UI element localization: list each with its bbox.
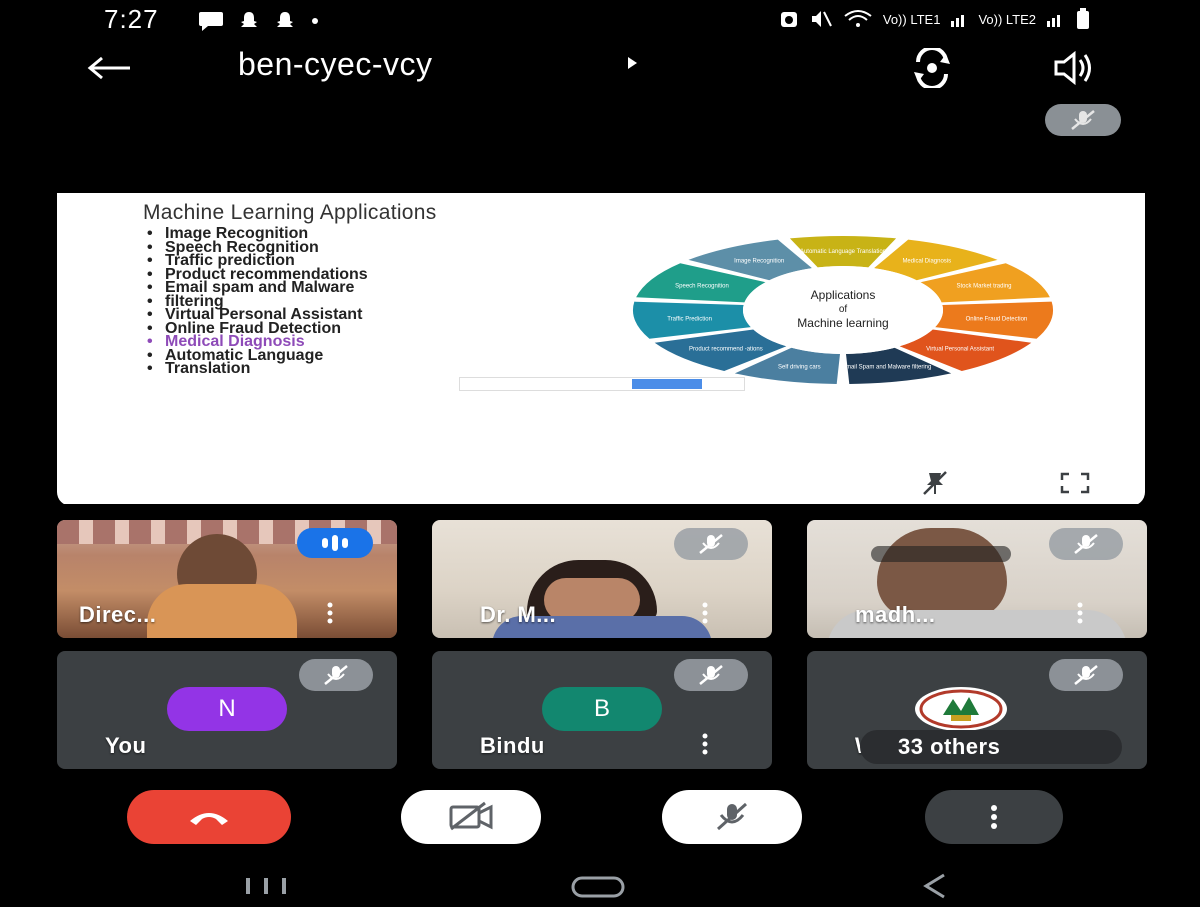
participant-tile[interactable]: Direc... bbox=[57, 520, 397, 638]
mic-off-icon bbox=[717, 802, 747, 831]
back-arrow-icon bbox=[87, 56, 130, 80]
applications-wheel-diagram: Automatic Language Translation Medical Di… bbox=[633, 236, 1053, 384]
wheel-segment-label: Product recommend -ations bbox=[689, 347, 763, 353]
network-label-1: Vo)) LTE1 bbox=[882, 11, 941, 27]
home-icon[interactable] bbox=[570, 876, 626, 898]
wheel-segment-label: Virtual Personal Assistant bbox=[926, 347, 994, 353]
muted-badge bbox=[1049, 528, 1123, 560]
mic-toggle-button[interactable] bbox=[662, 790, 802, 844]
wheel-center-text-2: of bbox=[839, 304, 848, 315]
switch-camera-button[interactable] bbox=[910, 46, 954, 90]
muted-badge bbox=[674, 659, 748, 691]
unpin-button[interactable] bbox=[889, 466, 981, 500]
slide-share-bar bbox=[459, 377, 745, 391]
wheel-segment-label: Online Fraud Detection bbox=[966, 316, 1028, 322]
back-button[interactable] bbox=[86, 48, 136, 88]
meeting-header: ben-cyec-vcy bbox=[0, 40, 1200, 92]
system-icons: Vo)) LTE1 Vo)) LTE2 bbox=[779, 8, 1092, 30]
mic-off-icon bbox=[1074, 534, 1098, 554]
camera-off-icon bbox=[449, 801, 493, 831]
presenter-muted-badge bbox=[1045, 104, 1121, 136]
more-options-button[interactable] bbox=[925, 790, 1063, 844]
caret-right-icon[interactable] bbox=[626, 56, 638, 70]
participant-name: You bbox=[105, 733, 147, 758]
wheel-center-text-3: Machine learning bbox=[797, 316, 888, 330]
wifi-icon bbox=[844, 10, 872, 27]
switch-camera-icon bbox=[914, 46, 950, 90]
notification-icons bbox=[198, 10, 320, 32]
participant-tile[interactable]: Dr. M... bbox=[432, 520, 772, 638]
signal-icon-2 bbox=[1047, 15, 1060, 27]
participant-name: madh... bbox=[855, 602, 936, 627]
mic-off-icon bbox=[1071, 110, 1095, 130]
stop-sharing-button bbox=[632, 379, 702, 389]
mute-notifications-icon bbox=[811, 11, 832, 27]
wheel-segment-label: Image Recognition bbox=[734, 258, 784, 264]
dot-icon bbox=[312, 18, 318, 24]
audio-output-button[interactable] bbox=[1052, 48, 1096, 88]
wheel-center-text-1: Applications bbox=[811, 288, 876, 302]
participant-tile[interactable]: madh... bbox=[807, 520, 1147, 638]
network-label-2: Vo)) LTE2 bbox=[978, 11, 1036, 27]
fullscreen-icon bbox=[1060, 472, 1090, 494]
wheel-segment-label: Traffic Prediction bbox=[667, 316, 712, 322]
muted-badge bbox=[674, 528, 748, 560]
more-options-icon[interactable] bbox=[1075, 602, 1085, 624]
avatar: N bbox=[167, 687, 287, 731]
muted-badge bbox=[299, 659, 373, 691]
participant-tile[interactable]: B Bindu bbox=[432, 651, 772, 769]
snapchat-icon-2 bbox=[277, 12, 293, 27]
kebab-menu-icon bbox=[991, 805, 997, 829]
system-navigation-bar bbox=[0, 862, 1200, 907]
mic-off-icon bbox=[699, 534, 723, 554]
speaker-icon bbox=[1054, 50, 1091, 86]
shared-slide: Machine Learning Applications Image Reco… bbox=[57, 193, 1145, 504]
wheel-segment-label: Automatic Language Translation bbox=[800, 249, 886, 255]
alarm-icon bbox=[780, 12, 797, 27]
wheel-segment-label: Email Spam and Malware filtering bbox=[842, 365, 931, 371]
others-count-chip[interactable]: 33 others bbox=[860, 730, 1122, 764]
muted-badge bbox=[1049, 659, 1123, 691]
more-options-icon[interactable] bbox=[700, 733, 710, 755]
participant-name: Direc... bbox=[79, 602, 157, 627]
slide-bullet-continued: Translation bbox=[143, 361, 368, 376]
hang-up-icon bbox=[190, 813, 228, 825]
more-options-icon[interactable] bbox=[700, 602, 710, 624]
mic-off-icon bbox=[699, 665, 723, 685]
signal-icon bbox=[951, 15, 965, 27]
speaking-indicator bbox=[297, 528, 373, 558]
recents-icon[interactable] bbox=[240, 876, 292, 896]
wheel-segment-label: Stock Market trading bbox=[956, 283, 1011, 289]
battery-icon bbox=[1077, 8, 1089, 29]
status-bar: 7:27 Vo)) LTE1 Vo)) LTE2 bbox=[0, 0, 1200, 40]
self-tile[interactable]: N You bbox=[57, 651, 397, 769]
participant-name: Dr. M... bbox=[480, 602, 557, 627]
end-call-button[interactable] bbox=[127, 790, 291, 844]
slide-bullet-list: Image Recognition Speech Recognition Tra… bbox=[143, 226, 368, 376]
presenter-name: Director- Research & Innovation &... bbox=[105, 469, 538, 496]
fullscreen-button[interactable] bbox=[1029, 466, 1121, 500]
slide-title: Machine Learning Applications bbox=[143, 201, 437, 224]
status-time: 7:27 bbox=[104, 4, 159, 34]
more-options-icon[interactable] bbox=[325, 602, 335, 624]
message-icon bbox=[199, 12, 223, 31]
avatar-initial: N bbox=[218, 695, 236, 722]
back-nav-icon[interactable] bbox=[920, 872, 950, 900]
others-count-label: 33 others bbox=[898, 734, 1001, 759]
avatar: B bbox=[542, 687, 662, 731]
snapchat-icon bbox=[241, 12, 257, 27]
mic-off-icon bbox=[1074, 665, 1098, 685]
mic-off-icon bbox=[324, 665, 348, 685]
presenter-tile[interactable]: Machine Learning Applications Image Reco… bbox=[57, 96, 1145, 506]
wheel-segment-label: Medical Diagnosis bbox=[902, 258, 951, 264]
wheel-segment-label: Self driving cars bbox=[778, 365, 821, 371]
institution-logo-icon bbox=[915, 687, 1007, 731]
camera-toggle-button[interactable] bbox=[401, 790, 541, 844]
pin-off-icon bbox=[923, 471, 947, 495]
meeting-code[interactable]: ben-cyec-vcy bbox=[238, 46, 433, 83]
participant-name: Bindu bbox=[480, 733, 545, 758]
wheel-segment-label: Speech Recognition bbox=[675, 283, 729, 289]
avatar-initial: B bbox=[593, 695, 610, 722]
